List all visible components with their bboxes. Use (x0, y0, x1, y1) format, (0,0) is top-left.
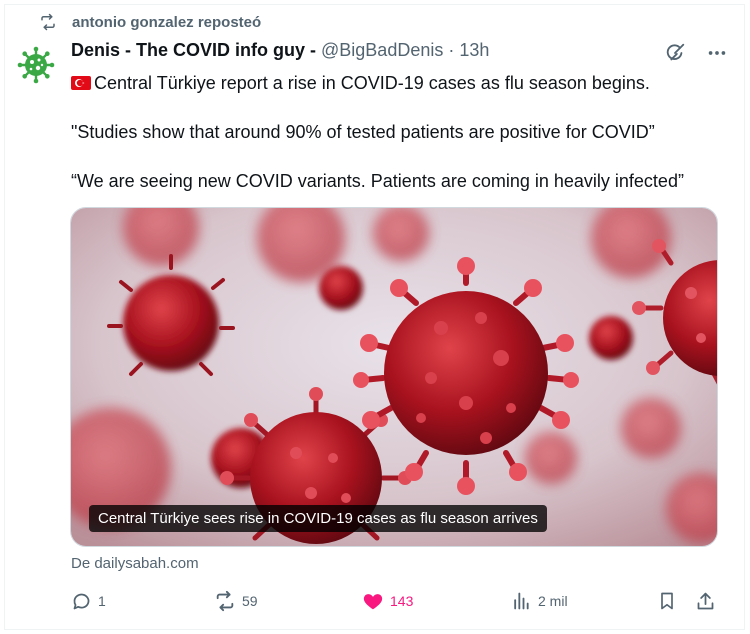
repost-text: antonio gonzalez reposteó (72, 13, 262, 31)
virus-illustration (71, 208, 717, 546)
turkey-flag-icon (71, 76, 91, 90)
views-count: 2 mil (538, 593, 568, 609)
author-name[interactable]: Denis - The COVID info guy - (71, 40, 316, 61)
post-paragraph: Central Türkiye report a rise in COVID-1… (71, 72, 721, 94)
post-header: Denis - The COVID info guy - @BigBadDeni… (71, 40, 489, 61)
link-card-image[interactable]: Central Türkiye sees rise in COVID-19 ca… (70, 207, 718, 547)
bookmark-icon (656, 590, 678, 612)
reply-icon (70, 590, 92, 612)
repost-count: 59 (242, 593, 258, 609)
post-action-bar: 1 59 143 2 mil (62, 586, 730, 616)
link-source[interactable]: De dailysabah.com (71, 555, 199, 572)
bookmark-button[interactable] (656, 586, 684, 616)
share-icon (694, 590, 716, 612)
author-handle[interactable]: @BigBadDenis (321, 40, 443, 61)
post-top-actions (662, 40, 730, 66)
like-count: 143 (390, 593, 414, 609)
reply-count: 1 (98, 593, 106, 609)
repost-button[interactable]: 59 (214, 586, 258, 616)
more-options-icon[interactable] (704, 40, 730, 66)
repost-icon (38, 12, 58, 32)
repost-indicator[interactable]: antonio gonzalez reposteó (38, 12, 261, 32)
post-time[interactable]: 13h (459, 40, 489, 61)
bar-chart-icon (510, 590, 532, 612)
link-card-caption: Central Türkiye sees rise in COVID-19 ca… (89, 505, 547, 532)
virus-avatar-icon (17, 46, 55, 84)
post-paragraph: “We are seeing new COVID variants. Patie… (71, 171, 684, 191)
post-text: Central Türkiye report a rise in COVID-1… (71, 72, 721, 219)
share-button[interactable] (694, 586, 722, 616)
like-button[interactable]: 143 (362, 586, 413, 616)
grok-icon[interactable] (662, 40, 688, 66)
post-paragraph: "Studies show that around 90% of tested … (71, 122, 655, 142)
separator-dot: · (448, 40, 455, 60)
views-button[interactable]: 2 mil (510, 586, 568, 616)
repost-icon (214, 590, 236, 612)
avatar[interactable] (16, 45, 56, 85)
heart-icon (362, 590, 384, 612)
reply-button[interactable]: 1 (70, 586, 106, 616)
